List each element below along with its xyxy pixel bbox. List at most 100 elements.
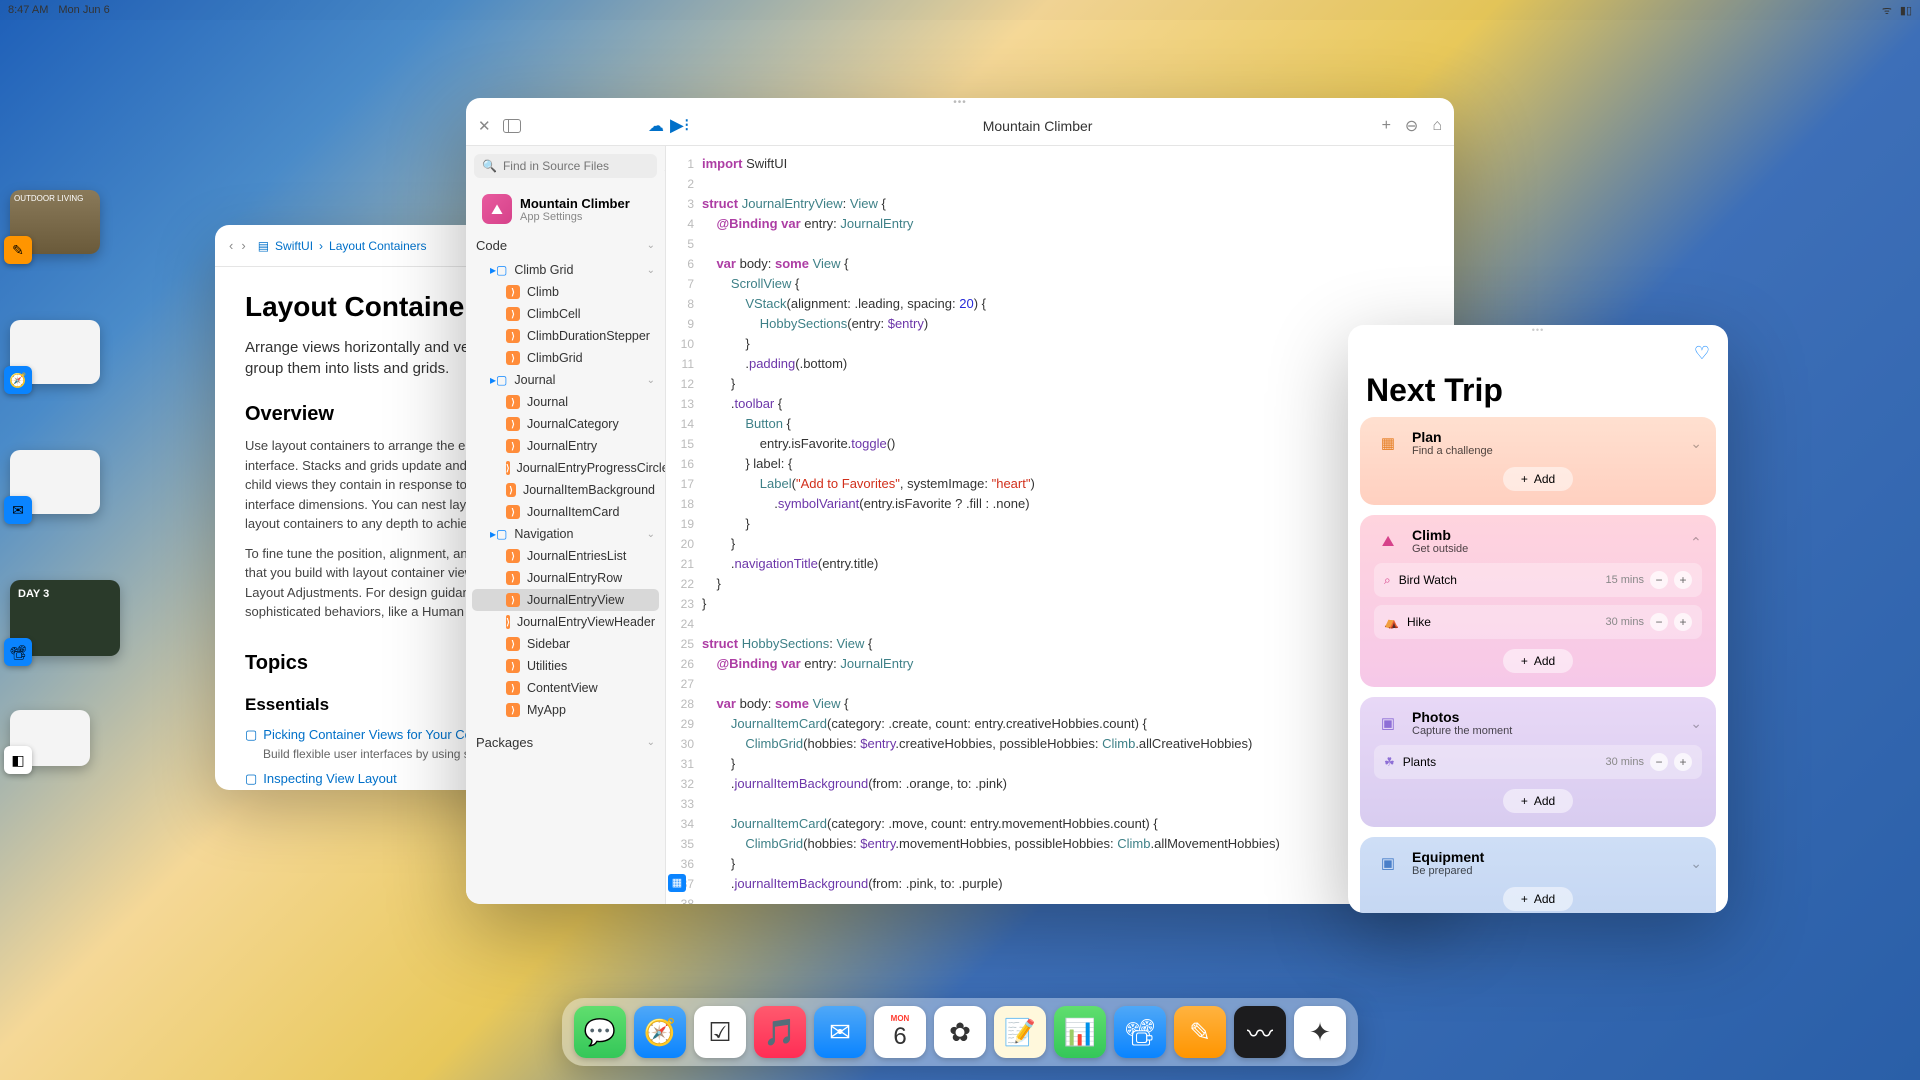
tree-file[interactable]: ⟩JournalItemCard	[466, 501, 665, 523]
trip-preview-window: ••• ♡ Next Trip ▦ Plan Find a challenge …	[1348, 325, 1728, 913]
menubar: 8:47 AM Mon Jun 6 ᯤ ▮▯	[0, 0, 1920, 20]
tree-file[interactable]: ⟩JournalCategory	[466, 413, 665, 435]
breadcrumb-item[interactable]: SwiftUI	[275, 239, 313, 253]
decrement-button[interactable]: −	[1650, 753, 1668, 771]
tree-folder-journal[interactable]: ▸▢Journal⌄	[466, 369, 665, 391]
run-button[interactable]: ▶⁝	[670, 115, 690, 136]
tree-file[interactable]: ⟩JournalItemBackground	[466, 479, 665, 501]
add-button[interactable]: +Add	[1503, 789, 1573, 813]
dock: 💬🧭☑🎵✉MON6✿📝📊📽✎〰✦	[562, 998, 1358, 1066]
increment-button[interactable]: +	[1674, 753, 1692, 771]
tree-section-packages[interactable]: Packages⌄	[466, 729, 665, 756]
tree-file[interactable]: ⟩ClimbDurationStepper	[466, 325, 665, 347]
decrement-button[interactable]: −	[1650, 613, 1668, 631]
dock-icon-safari[interactable]: 🧭	[634, 1006, 686, 1058]
window-drag-handle[interactable]: •••	[466, 98, 1454, 106]
activity-duration: 30 mins	[1605, 616, 1644, 628]
back-button[interactable]: ‹	[229, 238, 233, 253]
window-title: Mountain Climber	[704, 118, 1372, 134]
add-button[interactable]: +Add	[1503, 649, 1573, 673]
chevron-down-icon[interactable]: ⌄	[1690, 435, 1702, 452]
stage-stack-2[interactable]: 🧭	[10, 320, 100, 384]
dock-icon-playgrounds[interactable]: ✦	[1294, 1006, 1346, 1058]
dock-icon-notes[interactable]: 📝	[994, 1006, 1046, 1058]
tree-file[interactable]: ⟩JournalEntryProgressCircle	[466, 457, 665, 479]
stage-stack-4[interactable]: DAY 3 📽	[10, 580, 120, 656]
chevron-down-icon: ⌄	[647, 529, 655, 540]
chevron-up-icon[interactable]: ⌄	[1690, 533, 1702, 550]
minimize-button[interactable]: ⊖	[1405, 116, 1418, 136]
plus-icon: +	[1521, 892, 1528, 906]
search-field[interactable]: 🔍 🎤	[474, 154, 657, 178]
tree-file[interactable]: ⟩JournalEntryViewHeader	[466, 611, 665, 633]
project-sub: App Settings	[520, 211, 630, 223]
project-header[interactable]: ⛰ Mountain Climber App Settings	[472, 188, 659, 230]
tree-file[interactable]: ⟩ClimbGrid	[466, 347, 665, 369]
tree-file[interactable]: ⟩Sidebar	[466, 633, 665, 655]
chevron-down-icon[interactable]: ⌄	[1690, 715, 1702, 732]
chevron-down-icon[interactable]: ⌄	[1690, 855, 1702, 872]
decrement-button[interactable]: −	[1650, 571, 1668, 589]
tree-file[interactable]: ⟩JournalEntriesList	[466, 545, 665, 567]
add-button[interactable]: +Add	[1503, 887, 1573, 911]
code-content[interactable]: import SwiftUI struct JournalEntryView: …	[702, 146, 1280, 904]
tree-file-selected[interactable]: ⟩JournalEntryView	[472, 589, 659, 611]
tree-file[interactable]: ⟩ContentView	[466, 677, 665, 699]
search-input[interactable]	[503, 159, 658, 173]
card-title: Plan	[1412, 429, 1493, 445]
swift-icon: ⟩	[506, 593, 520, 607]
plus-icon: +	[1521, 794, 1528, 808]
cloud-icon[interactable]: ☁︎	[648, 116, 664, 136]
binoculars-icon: ⌕	[1384, 573, 1391, 588]
sidebar-toggle-icon[interactable]	[503, 119, 521, 133]
stack-label: OUTDOOR LIVING	[10, 190, 100, 207]
chevron-down-icon: ⌄	[647, 265, 655, 276]
stage-stack-5[interactable]: ◧	[10, 710, 90, 766]
code-editor[interactable]: 1234567891011121314151617181920212223242…	[666, 146, 1454, 904]
add-button[interactable]: +Add	[1503, 467, 1573, 491]
dock-icon-procreate[interactable]: 〰	[1234, 1006, 1286, 1058]
add-button[interactable]: +	[1382, 117, 1391, 135]
stage-stack-3[interactable]: ✉	[10, 450, 100, 514]
line-gutter: 1234567891011121314151617181920212223242…	[666, 146, 702, 904]
ide-titlebar: ✕ ☁︎ ▶⁝ Mountain Climber + ⊖ ⌂	[466, 106, 1454, 146]
breadcrumb-item[interactable]: Layout Containers	[329, 239, 426, 253]
increment-button[interactable]: +	[1674, 613, 1692, 631]
app-icon: ◧	[4, 746, 32, 774]
tree-file[interactable]: ⟩Journal	[466, 391, 665, 413]
tree-file[interactable]: ⟩Climb	[466, 281, 665, 303]
dock-icon-keynote[interactable]: 📽	[1114, 1006, 1166, 1058]
dock-icon-numbers[interactable]: 📊	[1054, 1006, 1106, 1058]
stage-stack-1[interactable]: OUTDOOR LIVING ✎	[10, 190, 100, 254]
tree-folder-climbgrid[interactable]: ▸▢Climb Grid⌄	[466, 259, 665, 281]
chevron-down-icon: ⌄	[647, 240, 655, 251]
climb-icon: ⛰	[1374, 527, 1402, 555]
tree-file[interactable]: ⟩Utilities	[466, 655, 665, 677]
battery-icon[interactable]: ▮▯	[1900, 4, 1912, 17]
calendar-icon: ▦	[1374, 429, 1402, 457]
wifi-icon[interactable]: ᯤ	[1882, 3, 1892, 18]
project-name: Mountain Climber	[520, 196, 630, 211]
tree-file[interactable]: ⟩MyApp	[466, 699, 665, 721]
preview-marker[interactable]: ▦	[668, 874, 686, 892]
dock-icon-calendar[interactable]: MON6	[874, 1006, 926, 1058]
library-button[interactable]: ⌂	[1432, 117, 1442, 135]
close-button[interactable]: ✕	[478, 117, 491, 135]
plus-icon: +	[1521, 472, 1528, 486]
forward-button[interactable]: ›	[241, 238, 245, 253]
tree-file[interactable]: ⟩JournalEntryRow	[466, 567, 665, 589]
dock-icon-photos[interactable]: ✿	[934, 1006, 986, 1058]
dock-icon-pages[interactable]: ✎	[1174, 1006, 1226, 1058]
heart-icon[interactable]: ♡	[1694, 343, 1710, 364]
tree-file[interactable]: ⟩ClimbCell	[466, 303, 665, 325]
increment-button[interactable]: +	[1674, 571, 1692, 589]
dock-icon-music[interactable]: 🎵	[754, 1006, 806, 1058]
tree-section-code[interactable]: Code⌄	[466, 232, 665, 259]
tree-file[interactable]: ⟩JournalEntry	[466, 435, 665, 457]
dock-icon-reminders[interactable]: ☑	[694, 1006, 746, 1058]
window-drag-handle[interactable]: •••	[1348, 325, 1728, 335]
tree-folder-navigation[interactable]: ▸▢Navigation⌄	[466, 523, 665, 545]
safari-icon: 🧭	[4, 366, 32, 394]
dock-icon-messages[interactable]: 💬	[574, 1006, 626, 1058]
dock-icon-mail[interactable]: ✉	[814, 1006, 866, 1058]
